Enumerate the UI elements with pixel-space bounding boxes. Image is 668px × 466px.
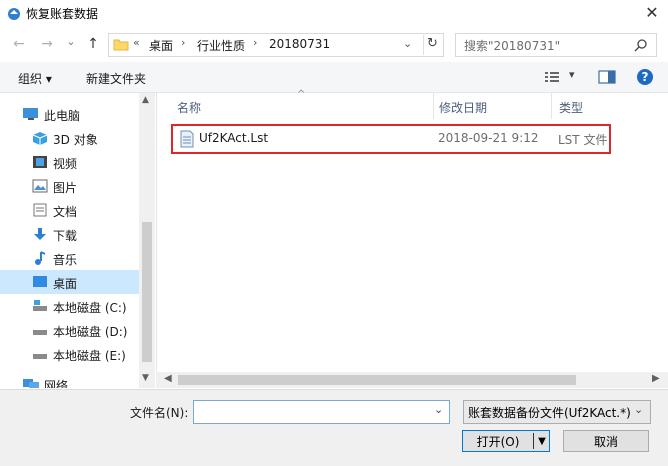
command-bar: 组织 ▾ 新建文件夹 ▾ ? [0, 62, 668, 93]
cube-icon [32, 132, 48, 145]
open-button[interactable]: 打开(O) ▼ [462, 430, 550, 452]
forward-icon[interactable]: → [38, 34, 56, 54]
column-header-date[interactable]: 修改日期 [439, 99, 487, 116]
sidebar-item-label: 下载 [53, 229, 78, 243]
open-dropdown-icon[interactable]: ▼ [535, 431, 549, 453]
sidebar-item-pictures[interactable]: 图片 [0, 174, 139, 198]
file-icon [180, 130, 194, 148]
breadcrumb-separator: › [253, 36, 258, 49]
column-header-type[interactable]: 类型 [559, 99, 583, 116]
pc-icon [23, 108, 38, 120]
organize-button[interactable]: 组织 ▾ [18, 70, 52, 87]
music-icon [35, 251, 46, 265]
picture-icon [32, 179, 48, 193]
desktop-icon [33, 276, 47, 287]
recent-locations-icon[interactable]: ⌄ [62, 32, 80, 52]
sidebar-item-network[interactable]: 网络 [0, 372, 139, 388]
filter-dropdown-icon[interactable]: ⌄ [634, 403, 643, 416]
new-folder-button[interactable]: 新建文件夹 [86, 70, 146, 87]
scroll-right-icon[interactable]: ▶ [652, 373, 660, 384]
divider [423, 35, 424, 55]
sidebar-item-label: 图片 [53, 181, 78, 195]
sidebar-item-label: 文档 [53, 205, 78, 219]
filename-dropdown-icon[interactable]: ⌄ [434, 403, 443, 416]
sidebar-item-label: 桌面 [53, 277, 78, 291]
document-icon [33, 203, 47, 217]
app-icon [8, 8, 20, 20]
column-header-name[interactable]: 名称 [177, 99, 201, 116]
refresh-icon[interactable]: ↻ [427, 36, 438, 51]
sidebar-item-label: 此电脑 [44, 109, 81, 123]
breadcrumb-separator: › [181, 36, 186, 49]
open-button-label: 打开(O) [476, 435, 520, 449]
sidebar-scrollbar-thumb[interactable] [142, 222, 152, 362]
folder-icon [113, 39, 129, 51]
scroll-left-icon[interactable]: ◀ [164, 373, 172, 384]
back-icon[interactable]: ← [10, 34, 28, 54]
file-type-filter-value: 账套数据备份文件(Uf2KAct.*) [468, 406, 631, 420]
search-icon[interactable] [634, 38, 648, 52]
breadcrumb-item[interactable]: 20180731 [269, 37, 330, 51]
column-divider[interactable] [551, 93, 552, 119]
sidebar-item-documents[interactable]: 文档 [0, 198, 139, 222]
drive-icon [33, 354, 47, 359]
cancel-button[interactable]: 取消 [563, 430, 649, 452]
up-icon[interactable]: ↑ [84, 34, 102, 54]
scroll-up-icon[interactable]: ▲ [142, 95, 149, 105]
sort-ascending-icon: ^ [297, 89, 306, 100]
video-icon [33, 156, 47, 168]
sidebar-item-this-pc[interactable]: 此电脑 [0, 102, 139, 126]
split-divider [533, 433, 534, 449]
preview-pane-icon[interactable] [598, 70, 616, 84]
sidebar-item-label: 音乐 [53, 253, 78, 267]
drive-icon [33, 330, 47, 335]
sidebar-item-label: 本地磁盘 (D:) [53, 325, 128, 339]
filename-label: 文件名(N): [130, 406, 189, 420]
breadcrumb-item[interactable]: 行业性质 [197, 37, 245, 54]
sidebar-item-label: 视频 [53, 157, 78, 171]
sidebar-item-music[interactable]: 音乐 [0, 246, 139, 270]
file-type-filter[interactable]: 账套数据备份文件(Uf2KAct.*) ⌄ [463, 400, 651, 424]
breadcrumb-overflow[interactable]: « [133, 36, 140, 49]
sidebar-item-3d-objects[interactable]: 3D 对象 [0, 126, 139, 150]
sidebar-item-desktop[interactable]: 桌面 [0, 270, 139, 294]
sidebar-item-label: 本地磁盘 (C:) [53, 301, 127, 315]
svg-text:?: ? [642, 70, 649, 84]
sidebar-item-downloads[interactable]: 下载 [0, 222, 139, 246]
close-icon[interactable]: ✕ [640, 2, 664, 24]
download-icon [34, 228, 46, 240]
sidebar-item-label: 网络 [44, 379, 69, 388]
file-row[interactable]: Uf2KAct.Lst 2018-09-21 9:12 LST 文件 [171, 124, 611, 154]
sidebar-item-label: 本地磁盘 (E:) [53, 349, 126, 363]
view-options-icon[interactable] [544, 70, 560, 84]
filename-input[interactable]: ⌄ [193, 400, 450, 424]
window-title: 恢复账套数据 [26, 7, 99, 21]
file-modified: 2018-09-21 9:12 [438, 131, 539, 145]
file-type: LST 文件 [558, 133, 608, 147]
sidebar-item-videos[interactable]: 视频 [0, 150, 139, 174]
network-icon [23, 379, 39, 388]
address-bar[interactable]: « 桌面 › 行业性质 › 20180731 ⌄ ↻ [108, 33, 444, 57]
search-box[interactable]: 搜索"20180731" [455, 33, 657, 57]
drive-icon [33, 300, 47, 311]
sidebar-item-drive-d[interactable]: 本地磁盘 (D:) [0, 318, 139, 342]
column-divider[interactable] [433, 93, 434, 119]
scroll-down-icon[interactable]: ▼ [142, 373, 149, 383]
search-input[interactable]: 搜索"20180731" [464, 37, 560, 54]
title-bar: 恢复账套数据 ✕ [0, 0, 668, 26]
sidebar-item-drive-c[interactable]: 本地磁盘 (C:) [0, 294, 139, 318]
view-dropdown-icon[interactable]: ▾ [569, 68, 575, 81]
address-dropdown-icon[interactable]: ⌄ [403, 37, 412, 50]
sidebar-item-drive-e[interactable]: 本地磁盘 (E:) [0, 342, 139, 366]
horizontal-scrollbar-thumb[interactable] [178, 375, 576, 385]
help-icon[interactable]: ? [636, 68, 654, 86]
sidebar-item-label: 3D 对象 [53, 133, 98, 147]
breadcrumb-item[interactable]: 桌面 [149, 37, 173, 54]
file-name[interactable]: Uf2KAct.Lst [199, 131, 268, 145]
